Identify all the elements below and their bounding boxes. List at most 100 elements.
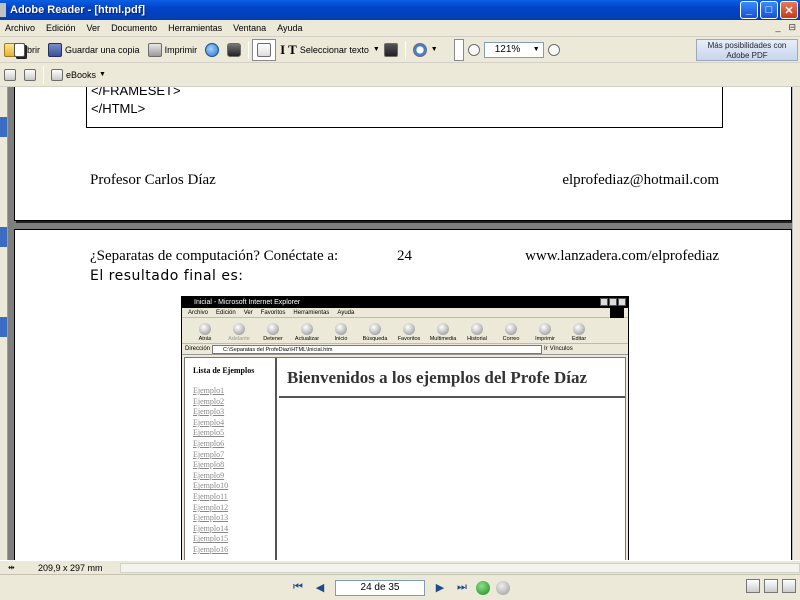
print-button[interactable]: Imprimir (144, 39, 202, 61)
camera-icon (383, 42, 398, 57)
binoculars-icon (227, 42, 242, 57)
ie-menu-bar: Archivo Edición Ver Favoritos Herramient… (182, 308, 628, 318)
zoom-select[interactable]: 121% ▼ (483, 41, 544, 58)
thumbnails-tab[interactable] (0, 227, 7, 247)
previous-page-button[interactable]: ◀ (311, 579, 329, 597)
ie-tool-label: Inicio (334, 336, 348, 342)
document-window-controls: _ ⊟ (775, 22, 796, 33)
ie-example-link: Ejemplo10 (193, 481, 229, 491)
main-toolbar: Abrir Guardar una copia Imprimir I T Sel… (0, 37, 800, 63)
home-icon (335, 323, 347, 335)
ie-example-link: Ejemplo12 (193, 502, 229, 512)
comments-tab[interactable] (0, 317, 7, 337)
bookmarks-tab[interactable] (0, 117, 7, 137)
snapshot-button[interactable] (380, 39, 402, 61)
menu-ayuda[interactable]: Ayuda (272, 23, 308, 33)
ie-go-button: Ir (544, 346, 548, 352)
fit-width-button[interactable] (14, 38, 464, 61)
text-cursor-icon: I (280, 41, 286, 57)
ie-favorites-tool: Favoritos (392, 323, 426, 343)
ebooks-button[interactable]: eBooks ▼ (47, 64, 110, 86)
save-copy-button[interactable]: Guardar una copia (44, 39, 144, 61)
doc-restore-button[interactable]: ⊟ (788, 22, 796, 33)
ie-example-link: Ejemplo14 (193, 523, 229, 533)
refresh-icon (301, 323, 313, 335)
mail-icon (505, 323, 517, 335)
go-forward-view-button[interactable] (496, 580, 510, 595)
adobe-promo-button[interactable]: Más posibilidades con Adobe PDF (696, 39, 798, 61)
select-text-button[interactable]: I T Seleccionar texto (276, 39, 373, 61)
bookmarks-button[interactable] (20, 64, 40, 86)
page-size-icon: ⇹ (8, 562, 15, 572)
next-page-button[interactable]: ▶ (431, 579, 449, 597)
footer-email: elprofediaz@hotmail.com (562, 172, 719, 188)
menu-archivo[interactable]: Archivo (0, 23, 41, 33)
media-icon (437, 323, 449, 335)
fit-width-icon (14, 42, 25, 57)
window-controls: _ □ ✕ (740, 1, 798, 19)
ie-example-link: Ejemplo13 (193, 513, 229, 523)
close-button[interactable]: ✕ (780, 1, 798, 19)
doc-minimize-button[interactable]: _ (775, 22, 780, 33)
email-button[interactable] (201, 39, 223, 61)
fit-page-button[interactable] (14, 39, 454, 61)
back-arrow-icon (199, 323, 211, 335)
zoom-out-button[interactable] (464, 39, 484, 61)
horizontal-scrollbar[interactable] (120, 563, 800, 573)
actual-size-button[interactable] (14, 39, 446, 61)
pages-button[interactable] (0, 64, 20, 86)
minimize-button[interactable]: _ (740, 1, 758, 19)
ie-example-link: Ejemplo1 (193, 386, 225, 395)
search-button[interactable] (223, 39, 245, 61)
document-viewport[interactable]: </FRAMESET> </HTML> Profesor Carlos Díaz… (0, 87, 800, 560)
vertical-scrollbar[interactable] (792, 87, 800, 560)
hand-tool-button[interactable] (252, 38, 277, 61)
printer-icon (147, 42, 162, 57)
ie-example-link: Ejemplo8 (193, 460, 225, 470)
ie-example-link: Ejemplo5 (193, 428, 225, 438)
favorites-icon (403, 323, 415, 335)
zoom-tool-dropdown-icon[interactable]: ▼ (431, 46, 438, 53)
ie-maximize-icon (609, 298, 617, 306)
go-back-view-button[interactable] (476, 580, 490, 595)
window-title: Adobe Reader - [html.pdf] (10, 4, 146, 16)
menu-herramientas[interactable]: Herramientas (163, 23, 228, 33)
facing-layout-button[interactable] (782, 579, 796, 593)
single-page-layout-button[interactable] (746, 579, 760, 593)
code-line: </FRAMESET> (91, 87, 181, 98)
zoom-tool-button[interactable] (409, 39, 431, 61)
zoom-value: 121% (494, 44, 521, 55)
menu-ventana[interactable]: Ventana (228, 23, 272, 33)
ie-menu-item: Edición (216, 309, 236, 316)
ebooks-icon (51, 68, 63, 81)
ebooks-label: eBooks (66, 69, 97, 80)
history-icon (471, 323, 483, 335)
magnifier-icon (412, 42, 427, 57)
title-bar: Adobe Reader - [html.pdf] _ □ ✕ (0, 0, 800, 20)
pdf-page-23: </FRAMESET> </HTML> Profesor Carlos Díaz… (14, 87, 792, 221)
ie-tool-label: Actualizar (294, 336, 320, 342)
ie-print-tool: Imprimir (528, 323, 562, 343)
menu-ver[interactable]: Ver (82, 23, 107, 33)
ie-example-link: Ejemplo3 (193, 407, 225, 417)
continuous-layout-button[interactable] (764, 579, 778, 593)
globe-icon (205, 42, 220, 57)
menu-edicion[interactable]: Edición (41, 23, 82, 33)
toolbar-separator (43, 65, 44, 84)
page-number-field[interactable]: 24 de 35 (335, 579, 425, 596)
ie-tool-label: Historial (467, 336, 487, 342)
last-page-button[interactable]: ⏭ (453, 579, 471, 597)
ie-address-label: Dirección (185, 346, 211, 352)
ie-minimize-icon (600, 298, 608, 306)
edit-icon (573, 323, 585, 335)
zoom-in-button[interactable] (544, 39, 564, 61)
ie-menu-item: Favoritos (260, 309, 286, 316)
forward-arrow-icon (233, 323, 245, 335)
menu-documento[interactable]: Documento (106, 23, 163, 33)
print-label: Imprimir (164, 44, 198, 55)
printer-icon (539, 323, 551, 335)
maximize-button[interactable]: □ (760, 1, 778, 19)
ie-tool-label: Multimedia (429, 336, 457, 342)
select-text-dropdown-icon[interactable]: ▼ (373, 46, 380, 53)
first-page-button[interactable]: ⏮ (289, 579, 307, 597)
